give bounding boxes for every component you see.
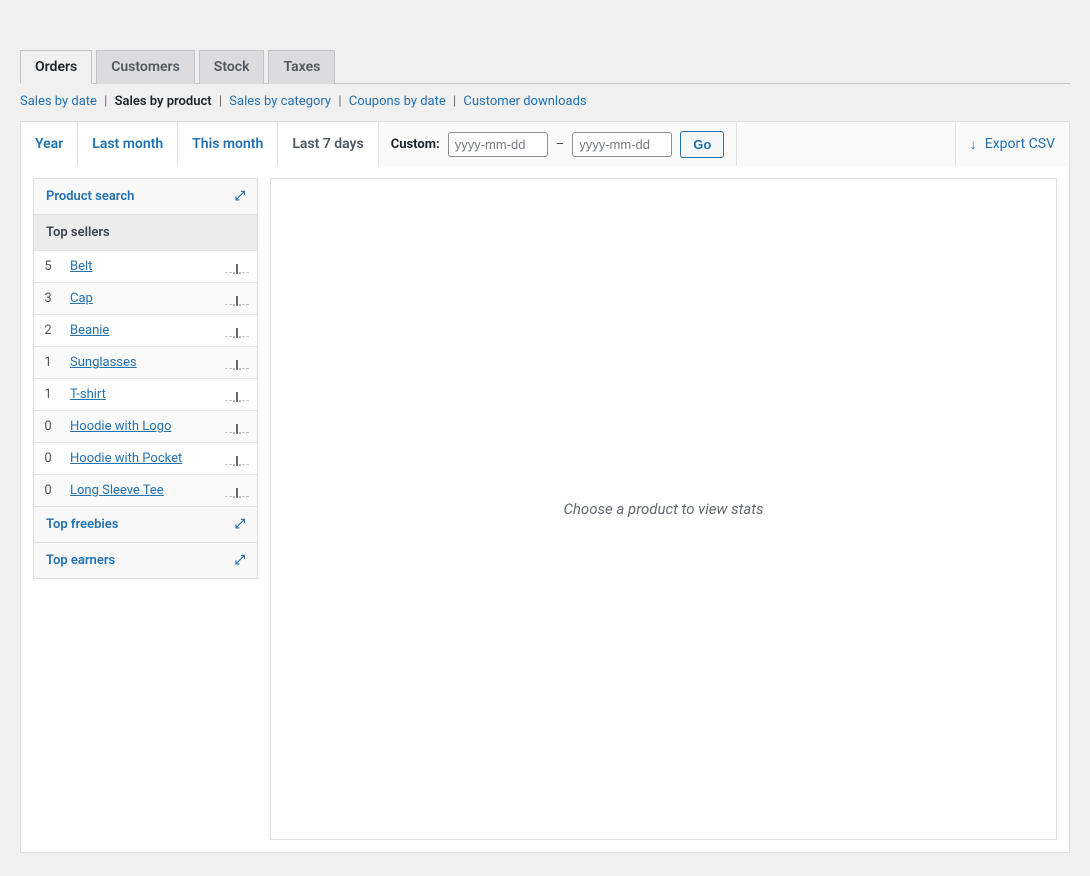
- range-this-month[interactable]: This month: [178, 122, 278, 166]
- table-row: 1 Sunglasses: [34, 347, 257, 379]
- row-product: Hoodie with Pocket: [62, 443, 217, 475]
- sparkline-icon: [217, 315, 257, 347]
- main-tabs: Orders Customers Stock Taxes: [20, 50, 1070, 84]
- link-coupons-by-date[interactable]: Coupons by date: [349, 94, 446, 109]
- link-sales-by-product[interactable]: Sales by product: [115, 94, 212, 109]
- row-count: 1: [34, 347, 62, 379]
- sparkline-icon: [217, 411, 257, 443]
- sparkline-icon: [217, 347, 257, 379]
- export-csv[interactable]: ↓ Export CSV: [955, 122, 1069, 166]
- table-row: 1 T-shirt: [34, 379, 257, 411]
- top-sellers-table: 5 Belt 3 Cap 2 Beanie 1 Sunglasses 1 T-shirt 0 Hood…: [34, 250, 257, 506]
- product-link[interactable]: T-shirt: [70, 387, 106, 402]
- range-custom: Custom: – Go: [379, 122, 738, 166]
- expand-icon: ⤢: [235, 553, 245, 568]
- sparkline-icon: [217, 251, 257, 283]
- range-year[interactable]: Year: [21, 122, 78, 166]
- range-last-month[interactable]: Last month: [78, 122, 178, 166]
- row-product: T-shirt: [62, 379, 217, 411]
- top-earners-section[interactable]: Top earners ⤢: [34, 543, 257, 578]
- sparkline-icon: [217, 475, 257, 507]
- product-link[interactable]: Belt: [70, 259, 92, 274]
- tab-taxes[interactable]: Taxes: [268, 50, 335, 84]
- expand-icon: ⤢: [235, 189, 245, 204]
- link-sales-by-category[interactable]: Sales by category: [229, 94, 331, 109]
- top-freebies-label: Top freebies: [46, 517, 118, 532]
- row-count: 0: [34, 411, 62, 443]
- product-search-label: Product search: [46, 189, 134, 204]
- product-search-section[interactable]: Product search ⤢: [34, 179, 257, 214]
- report-subnav: Sales by date | Sales by product | Sales…: [20, 94, 1070, 109]
- report-sidebar: Product search ⤢ Top sellers 5 Belt 3 Cap 2B…: [33, 178, 258, 579]
- download-icon: ↓: [970, 136, 977, 153]
- product-link[interactable]: Cap: [70, 291, 93, 306]
- placeholder-text: Choose a product to view stats: [563, 500, 763, 518]
- row-count: 0: [34, 475, 62, 507]
- top-sellers-label: Top sellers: [46, 225, 110, 240]
- row-count: 1: [34, 379, 62, 411]
- report-main: Choose a product to view stats: [270, 178, 1057, 840]
- row-product: Long Sleeve Tee: [62, 475, 217, 507]
- link-customer-downloads[interactable]: Customer downloads: [463, 94, 586, 109]
- report-body: Product search ⤢ Top sellers 5 Belt 3 Cap 2B…: [20, 166, 1070, 853]
- custom-label: Custom:: [391, 137, 440, 152]
- table-row: 2 Beanie: [34, 315, 257, 347]
- date-dash: –: [556, 137, 565, 152]
- table-row: 0 Long Sleeve Tee: [34, 475, 257, 507]
- product-link[interactable]: Hoodie with Pocket: [70, 451, 182, 466]
- row-count: 3: [34, 283, 62, 315]
- product-link[interactable]: Beanie: [70, 323, 109, 338]
- link-sales-by-date[interactable]: Sales by date: [20, 94, 97, 109]
- row-product: Belt: [62, 251, 217, 283]
- range-last-7-days[interactable]: Last 7 days: [278, 122, 378, 166]
- sparkline-icon: [217, 283, 257, 315]
- product-link[interactable]: Sunglasses: [70, 355, 137, 370]
- table-row: 0 Hoodie with Logo: [34, 411, 257, 443]
- top-sellers-header: Top sellers: [34, 215, 257, 250]
- top-earners-label: Top earners: [46, 553, 115, 568]
- expand-icon: ⤢: [235, 517, 245, 532]
- row-product: Cap: [62, 283, 217, 315]
- sparkline-icon: [217, 443, 257, 475]
- date-range-bar: Year Last month This month Last 7 days C…: [20, 121, 1070, 166]
- product-link[interactable]: Hoodie with Logo: [70, 419, 171, 434]
- row-product: Hoodie with Logo: [62, 411, 217, 443]
- table-row: 0 Hoodie with Pocket: [34, 443, 257, 475]
- tab-customers[interactable]: Customers: [96, 50, 195, 84]
- export-label: Export CSV: [985, 136, 1055, 152]
- sparkline-icon: [217, 379, 257, 411]
- table-row: 3 Cap: [34, 283, 257, 315]
- go-button[interactable]: Go: [680, 131, 724, 158]
- date-from-input[interactable]: [448, 132, 548, 157]
- product-link[interactable]: Long Sleeve Tee: [70, 483, 164, 498]
- row-count: 2: [34, 315, 62, 347]
- tab-stock[interactable]: Stock: [199, 50, 265, 84]
- row-count: 0: [34, 443, 62, 475]
- row-count: 5: [34, 251, 62, 283]
- top-freebies-section[interactable]: Top freebies ⤢: [34, 507, 257, 542]
- date-to-input[interactable]: [572, 132, 672, 157]
- table-row: 5 Belt: [34, 251, 257, 283]
- row-product: Sunglasses: [62, 347, 217, 379]
- row-product: Beanie: [62, 315, 217, 347]
- tab-orders[interactable]: Orders: [20, 50, 92, 84]
